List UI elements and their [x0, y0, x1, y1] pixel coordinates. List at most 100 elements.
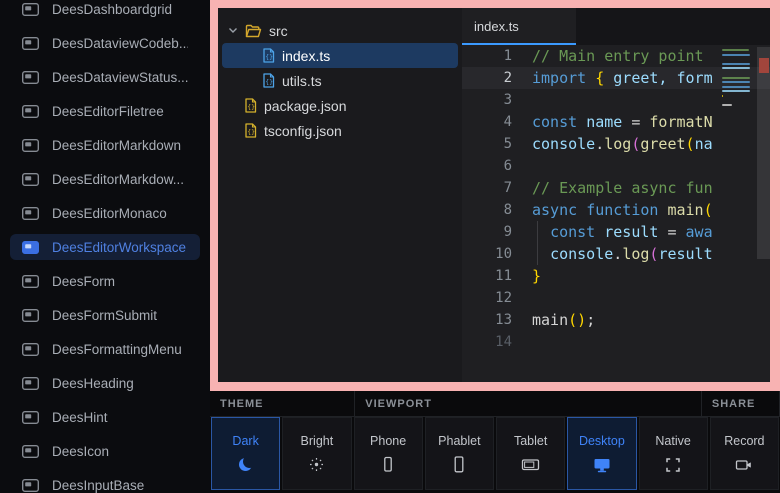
minimap-line	[722, 77, 750, 79]
component-icon	[22, 445, 39, 458]
button-label: Record	[724, 434, 764, 448]
tree-item[interactable]: {}tsconfig.json	[222, 118, 458, 143]
folder-open-icon	[245, 24, 262, 38]
sidebar-item-label: DeesForm	[52, 274, 115, 289]
sidebar-item[interactable]: DeesEditorMarkdown	[10, 132, 200, 158]
tab-label: index.ts	[474, 19, 519, 34]
component-sidebar: DeesDashboardgrid DeesDataviewCodeb... Dee…	[0, 0, 210, 493]
component-icon	[22, 71, 39, 84]
bright-button[interactable]: Bright	[282, 417, 351, 490]
editor-workspace-demo: src{}index.ts{}utils.ts{}package.json{}t…	[218, 8, 770, 382]
tablet-icon	[521, 456, 540, 473]
component-icon	[22, 479, 39, 492]
code-line[interactable]: 14	[462, 331, 770, 353]
code-line[interactable]: 6	[462, 155, 770, 177]
scrollbar[interactable]	[757, 47, 770, 259]
ts-file-icon: {}	[262, 48, 275, 63]
sidebar-item-label: DeesFormSubmit	[52, 308, 157, 323]
toolbar-section-label: VIEWPORT	[355, 391, 702, 417]
minimap[interactable]	[722, 49, 756, 113]
code-token: =	[658, 223, 685, 241]
line-number: 3	[462, 89, 512, 111]
code-text: }	[532, 265, 541, 287]
sidebar-item-label: DeesEditorFiletree	[52, 104, 164, 119]
chevron-down-icon[interactable]	[228, 27, 238, 34]
tree-item[interactable]: {}package.json	[222, 93, 458, 118]
code-token: na	[695, 135, 713, 153]
file-tree-panel: src{}index.ts{}utils.ts{}package.json{}t…	[218, 8, 462, 382]
record-button[interactable]: Record	[710, 417, 779, 490]
sidebar-item[interactable]: DeesHint	[10, 404, 200, 430]
sidebar-item[interactable]: DeesDataviewStatus...	[10, 64, 200, 90]
tree-item-label: utils.ts	[282, 73, 322, 89]
toolbar-section: Dark Bright	[210, 417, 353, 490]
sidebar-item[interactable]: DeesForm	[10, 268, 200, 294]
sidebar-item[interactable]: DeesFormattingMenu	[10, 336, 200, 362]
minimap-line	[722, 49, 749, 51]
preview-frame: src{}index.ts{}utils.ts{}package.json{}t…	[210, 0, 780, 391]
code-text: console.log(greet(na	[532, 133, 713, 155]
code-line[interactable]: 7// Example async fun	[462, 177, 770, 199]
code-line[interactable]: 11}	[462, 265, 770, 287]
sidebar-item[interactable]: DeesDashboardgrid	[10, 0, 200, 22]
button-label: Dark	[232, 434, 258, 448]
code-text: // Main entry point	[532, 45, 704, 67]
sidebar-item[interactable]: DeesEditorWorkspace	[10, 234, 200, 260]
code-text: // Example async fun	[532, 177, 713, 199]
line-number: 6	[462, 155, 512, 177]
minimap-line	[722, 54, 750, 56]
line-number: 8	[462, 199, 512, 221]
code-line[interactable]: 13main();	[462, 309, 770, 331]
code-token: )	[577, 311, 586, 329]
tree-item[interactable]: {} index.ts	[222, 43, 458, 68]
code-token: (	[686, 135, 695, 153]
json-file-icon: {}	[244, 98, 257, 113]
dark-button[interactable]: Dark	[211, 417, 280, 490]
sidebar-item-label: DeesEditorMonaco	[52, 206, 167, 221]
code-line[interactable]: 8async function main(	[462, 199, 770, 221]
code-line[interactable]: 4const name = formatN	[462, 111, 770, 133]
code-token: log	[622, 245, 649, 263]
phone-button[interactable]: Phone	[354, 417, 423, 490]
minimap-line	[722, 81, 750, 83]
code-token: function	[586, 201, 658, 219]
sidebar-item-label: DeesEditorMarkdow...	[52, 172, 184, 187]
tree-item[interactable]: {}utils.ts	[222, 68, 458, 93]
code-token: .	[613, 245, 622, 263]
desktop-button[interactable]: Desktop	[567, 417, 636, 490]
svg-text:{}: {}	[247, 128, 255, 136]
tree-item[interactable]: src	[222, 18, 458, 43]
toolbar-section-label: SHARE	[702, 391, 780, 417]
sidebar-item[interactable]: DeesHeading	[10, 370, 200, 396]
sidebar-item[interactable]: DeesInputBase	[10, 472, 200, 493]
sidebar-item-label: DeesFormattingMenu	[52, 342, 182, 357]
phablet-icon	[451, 456, 467, 473]
tab-index-ts[interactable]: index.ts	[462, 8, 576, 45]
minimap-line	[722, 95, 723, 97]
sidebar-item[interactable]: DeesFormSubmit	[10, 302, 200, 328]
sidebar-item[interactable]: DeesIcon	[10, 438, 200, 464]
toolbar-section-label: THEME	[210, 391, 355, 417]
line-number: 14	[462, 331, 512, 353]
moon-icon	[239, 456, 252, 473]
phablet-button[interactable]: Phablet	[425, 417, 494, 490]
tree-item-label: index.ts	[282, 48, 330, 64]
sidebar-item[interactable]: DeesDataviewCodeb...	[10, 30, 200, 56]
component-icon	[22, 105, 39, 118]
code-token: result	[658, 245, 712, 263]
line-number: 4	[462, 111, 512, 133]
native-button[interactable]: Native	[639, 417, 708, 490]
tablet-button[interactable]: Tablet	[496, 417, 565, 490]
sidebar-item[interactable]: DeesEditorMonaco	[10, 200, 200, 226]
sidebar-item[interactable]: DeesEditorFiletree	[10, 98, 200, 124]
sidebar-item-label: DeesIcon	[52, 444, 109, 459]
code-line[interactable]: 10 console.log(result	[462, 243, 770, 265]
code-line[interactable]: 12	[462, 287, 770, 309]
code-editor[interactable]: 1// Main entry point2import { greet, for…	[462, 45, 770, 382]
code-token: // Example async fun	[532, 179, 713, 197]
code-line[interactable]: 9 const result = awa	[462, 221, 770, 243]
code-token: ;	[586, 311, 595, 329]
code-line[interactable]: 5console.log(greet(na	[462, 133, 770, 155]
sidebar-item[interactable]: DeesEditorMarkdow...	[10, 166, 200, 192]
toolbar-section: PhonePhabletTabletDesktopNative	[353, 417, 709, 490]
